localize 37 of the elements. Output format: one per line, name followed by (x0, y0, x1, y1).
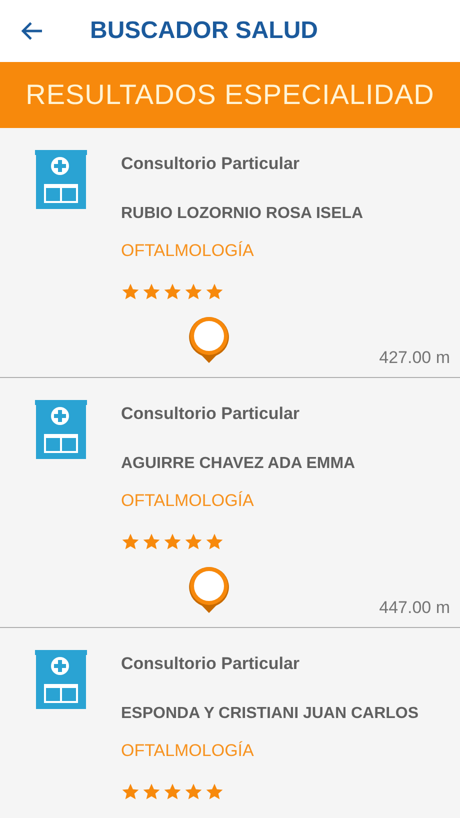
star-icon (142, 533, 161, 551)
back-arrow-icon (20, 21, 44, 41)
star-icon (163, 533, 182, 551)
specialty-label: OFTALMOLOGÍA (121, 490, 255, 512)
category-label: Consultorio Particular (121, 153, 301, 175)
star-icon (121, 783, 140, 801)
specialty-label: OFTALMOLOGÍA (121, 240, 255, 262)
clinic-icon (35, 400, 87, 460)
clinic-icon (35, 650, 87, 710)
star-icon (142, 283, 161, 301)
category-label: Consultorio Particular (121, 653, 301, 675)
star-icon (163, 783, 182, 801)
star-icon (205, 783, 224, 801)
star-icon (205, 283, 224, 301)
star-icon (121, 283, 140, 301)
result-card[interactable]: Consultorio Particular RUBIO LOZORNIO ROSA ISELA OFTALMOLOGÍA 427.00 m (0, 128, 460, 378)
star-icon (163, 283, 182, 301)
doctor-name: ESPONDA Y CRISTIANI JUAN CARLOS (121, 704, 420, 724)
result-card[interactable]: Consultorio Particular AGUIRRE CHAVEZ ADA EMMA OFTALMOLOGÍA 447.00 m (0, 378, 460, 628)
distance-label: 427.00 m (379, 347, 450, 369)
star-icon (184, 783, 203, 801)
specialty-label: OFTALMOLOGÍA (121, 740, 255, 762)
doctor-name: RUBIO LOZORNIO ROSA ISELA (121, 204, 364, 224)
distance-label: 447.00 m (379, 597, 450, 619)
star-icon (142, 783, 161, 801)
star-icon (184, 283, 203, 301)
banner-title: RESULTADOS ESPECIALIDAD (26, 78, 434, 112)
app-title: BUSCADOR SALUD (90, 16, 318, 46)
category-label: Consultorio Particular (121, 403, 301, 425)
clinic-icon (35, 150, 87, 210)
star-icon (121, 533, 140, 551)
star-icon (205, 533, 224, 551)
star-icon (184, 533, 203, 551)
doctor-name: AGUIRRE CHAVEZ ADA EMMA (121, 454, 356, 474)
map-pin-icon[interactable] (187, 565, 231, 615)
map-pin-icon[interactable] (187, 315, 231, 365)
result-card[interactable]: Consultorio Particular ESPONDA Y CRISTIANI JUAN CARLOS OFTALMOLOGÍA (0, 628, 460, 818)
